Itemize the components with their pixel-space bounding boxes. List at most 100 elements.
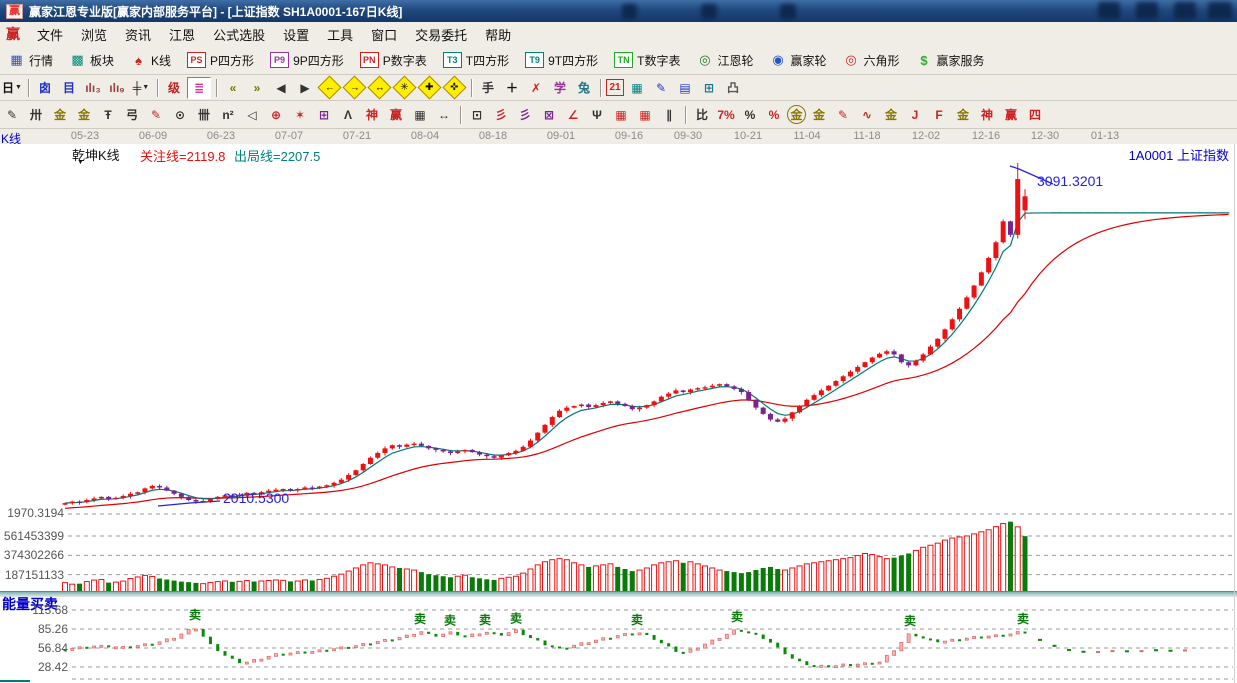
- gold-circle-icon[interactable]: 金: [787, 105, 806, 124]
- menu-item-6[interactable]: 工具: [318, 22, 362, 47]
- crosshair-tool-icon[interactable]: ＋: [501, 78, 523, 98]
- study-tool-2-icon[interactable]: 兔: [573, 78, 595, 98]
- ruler-tool-icon[interactable]: 卌: [193, 105, 215, 125]
- menu-item-5[interactable]: 设置: [274, 22, 318, 47]
- hgrid-tool-icon[interactable]: 卅: [25, 105, 47, 125]
- service-button[interactable]: $ 赢家服务: [908, 50, 993, 71]
- volume-color-icon[interactable]: ≣: [187, 76, 211, 99]
- window-button-blur-1[interactable]: [1098, 2, 1120, 19]
- info-note-icon[interactable]: 目: [58, 78, 80, 98]
- red-grid1-icon[interactable]: ▦: [610, 105, 632, 125]
- ying-slash-icon[interactable]: 赢: [1000, 105, 1022, 125]
- menu-item-0[interactable]: 文件: [28, 22, 72, 47]
- gold-slash-icon[interactable]: 金: [952, 105, 974, 125]
- calendar-icon[interactable]: 21: [606, 79, 624, 96]
- percent7-icon[interactable]: 7%: [715, 105, 737, 125]
- print-icon[interactable]: 凸: [722, 78, 744, 98]
- save-icon[interactable]: ▤: [674, 78, 696, 98]
- ink-pen-icon[interactable]: ✎: [832, 105, 854, 125]
- winner-wheel-button[interactable]: ◉ 赢家轮: [761, 50, 834, 71]
- sector-blocks-button[interactable]: ▩ 板块: [61, 50, 122, 71]
- four-slash-icon[interactable]: 四: [1024, 105, 1046, 125]
- menu-item-8[interactable]: 交易委托: [406, 22, 476, 47]
- f-ruler-icon[interactable]: Ŧ: [97, 105, 119, 125]
- menu-item-4[interactable]: 公式选股: [204, 22, 274, 47]
- calculator-icon[interactable]: ▦: [626, 78, 648, 98]
- gold-gate1-icon[interactable]: 金: [49, 105, 71, 125]
- trend-angle-icon[interactable]: ∠: [562, 105, 584, 125]
- next-bar-icon[interactable]: ▶: [294, 78, 316, 98]
- menu-item-9[interactable]: 帮助: [476, 22, 520, 47]
- study-tool-1-icon[interactable]: 学: [549, 78, 571, 98]
- fan-box-icon[interactable]: ⊠: [538, 105, 560, 125]
- period-day-icon[interactable]: 日 ▼: [1, 78, 23, 98]
- gold-gate2-icon[interactable]: 金: [73, 105, 95, 125]
- gann-wheel-button[interactable]: ◎ 江恩轮: [688, 50, 761, 71]
- abacus-icon[interactable]: ▦: [409, 105, 431, 125]
- t-number-button[interactable]: TN T数字表: [606, 50, 688, 71]
- pen-tool-icon[interactable]: ✎: [1, 105, 23, 125]
- fork-tool-icon[interactable]: Ψ: [586, 105, 608, 125]
- erase-draw-icon[interactable]: ✗: [525, 78, 547, 98]
- menu-item-7[interactable]: 窗口: [362, 22, 406, 47]
- ying-tool-icon[interactable]: 赢: [385, 105, 407, 125]
- kline-button[interactable]: ♠ K线: [122, 50, 179, 71]
- wave-tool-icon[interactable]: ∿: [856, 105, 878, 125]
- kline-9-icon[interactable]: ılı₉: [106, 78, 128, 98]
- menu-item-2[interactable]: 资讯: [116, 22, 160, 47]
- qiankun-kline-icon[interactable]: 级: [163, 78, 185, 98]
- last-page-icon[interactable]: »: [246, 78, 268, 98]
- prev-bar-icon[interactable]: ◀: [270, 78, 292, 98]
- bow-tool-icon[interactable]: 弓: [121, 105, 143, 125]
- chevron-down-icon[interactable]: ▼: [77, 159, 84, 166]
- shen-tool-icon[interactable]: 神: [361, 105, 383, 125]
- compass-icon[interactable]: ⊕: [265, 105, 287, 125]
- f-line-icon[interactable]: F: [928, 105, 950, 125]
- n-squared-icon[interactable]: n²: [217, 105, 239, 125]
- p-number-button[interactable]: PN P数字表: [352, 50, 435, 71]
- notes-icon[interactable]: ✎: [650, 78, 672, 98]
- web-grid-icon[interactable]: ⊞: [313, 105, 335, 125]
- gann-diamond-left-icon[interactable]: ←: [317, 75, 342, 100]
- quote-table-button[interactable]: ▦ 行情: [0, 50, 61, 71]
- menu-item-3[interactable]: 江恩: [160, 22, 204, 47]
- star-web-icon[interactable]: ✶: [289, 105, 311, 125]
- red-pen-icon[interactable]: ✎: [145, 105, 167, 125]
- t9-square-button[interactable]: T9 9T四方形: [517, 50, 606, 71]
- box-tool-icon[interactable]: ⊡: [466, 105, 488, 125]
- chart-area[interactable]: 卖卖卖卖卖卖卖卖卖 乾坤K线 ▼ 关注线=2119.8 出局线=2207.5 1…: [0, 144, 1237, 683]
- red-grid2-icon[interactable]: ▦: [634, 105, 656, 125]
- pattern-window-icon[interactable]: 囱: [34, 78, 56, 98]
- percent-line-icon[interactable]: %: [763, 105, 785, 125]
- fan-lines1-icon[interactable]: 彡: [490, 105, 512, 125]
- hand-tool-icon[interactable]: 手: [477, 78, 499, 98]
- gold-line-icon[interactable]: 金: [808, 105, 830, 125]
- ratio-steps-icon[interactable]: 比: [691, 105, 713, 125]
- window-button-blur-2[interactable]: [1136, 2, 1158, 19]
- export-icon[interactable]: ⊞: [698, 78, 720, 98]
- window-button-blur-4[interactable]: [1208, 2, 1232, 19]
- candle-type-icon[interactable]: ╪ ▼: [130, 78, 152, 98]
- percent-icon[interactable]: %: [739, 105, 761, 125]
- menu-item-1[interactable]: 浏览: [72, 22, 116, 47]
- gann-diamond-hspan-icon[interactable]: ↔: [367, 75, 392, 100]
- gann-diamond-right-icon[interactable]: →: [342, 75, 367, 100]
- t-square-button[interactable]: T3 T四方形: [435, 50, 517, 71]
- gann-diamond-compress-icon[interactable]: ✳: [392, 75, 417, 100]
- gold-line2-icon[interactable]: 金: [880, 105, 902, 125]
- kline-chart-canvas[interactable]: 卖卖卖卖卖卖卖卖卖: [0, 144, 1237, 683]
- gann-diamond-full-icon[interactable]: ✜: [442, 75, 467, 100]
- shen-slash-icon[interactable]: 神: [976, 105, 998, 125]
- first-page-icon[interactable]: «: [222, 78, 244, 98]
- fan-lines2-icon[interactable]: 彡: [514, 105, 536, 125]
- zigzag-icon[interactable]: Λ: [337, 105, 359, 125]
- gauge-tool-icon[interactable]: ⊙: [169, 105, 191, 125]
- gann-diamond-expand-icon[interactable]: ✚: [417, 75, 442, 100]
- j-line-icon[interactable]: J: [904, 105, 926, 125]
- width-arrow-icon[interactable]: ↔: [433, 105, 455, 125]
- angle-flag-icon[interactable]: ◁: [241, 105, 263, 125]
- window-button-blur-3[interactable]: [1174, 2, 1196, 19]
- parallel-lines-icon[interactable]: ∥: [658, 105, 680, 125]
- p-square-button[interactable]: PS P四方形: [179, 50, 262, 71]
- hexagon-button[interactable]: ◎ 六角形: [835, 50, 908, 71]
